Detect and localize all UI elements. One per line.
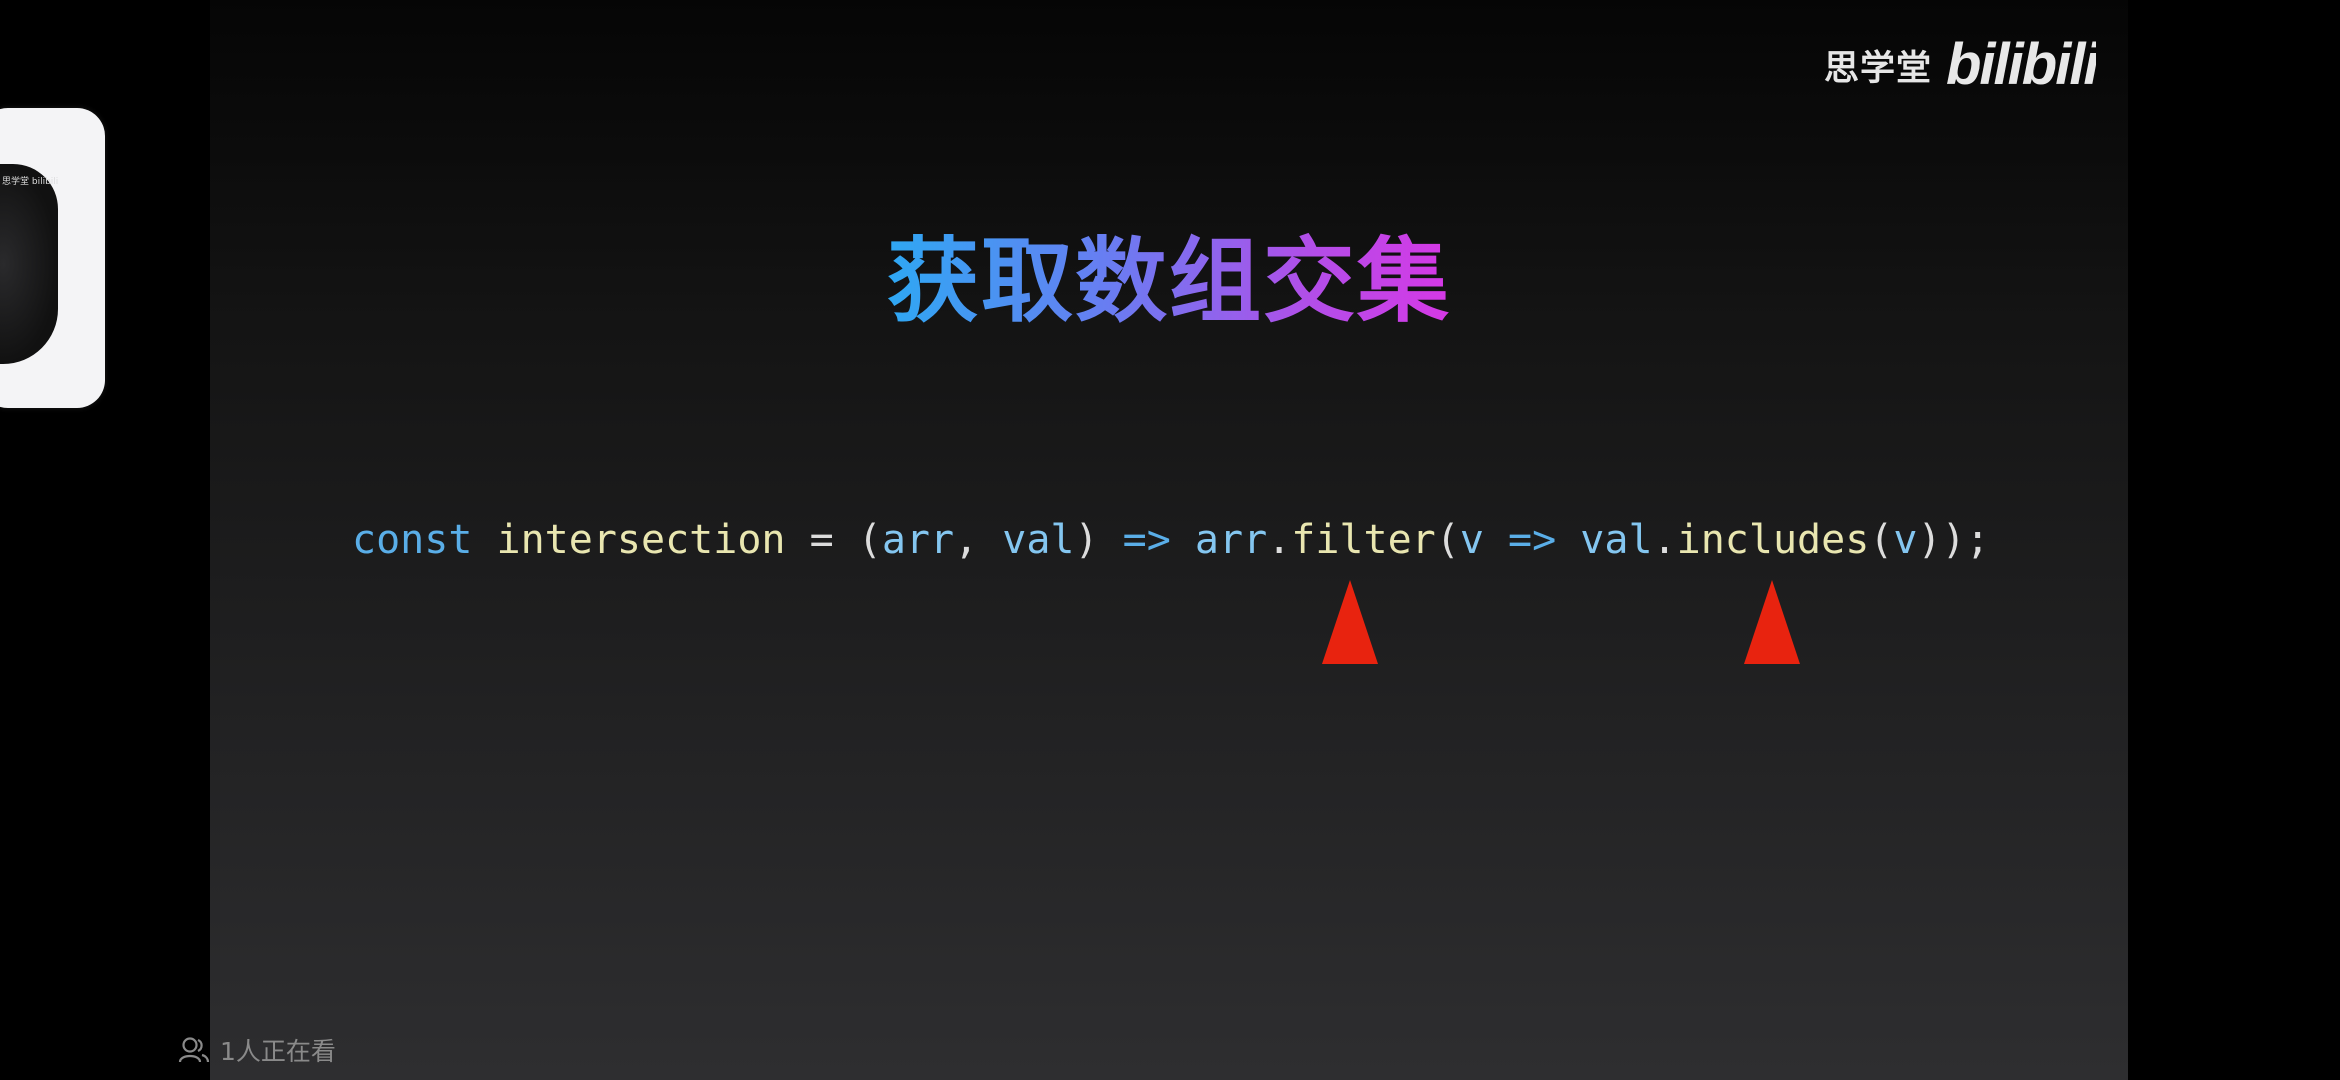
code-param-arr: arr [881, 517, 955, 563]
code-punct-comma: , [954, 517, 1003, 563]
video-player-screen[interactable]: 思学堂 bilibili 思学堂 bilibili 获取数组交集 const i… [0, 0, 2340, 1080]
slide-title-text: 获取数组交集 [886, 228, 1451, 335]
code-arg-v2: v [1893, 517, 1918, 563]
code-function-name: intersection [496, 517, 786, 563]
code-arg-v1: v [1459, 517, 1484, 563]
code-method-filter: filter [1291, 517, 1436, 563]
mini-window-preview [0, 164, 58, 364]
code-open-filter: ( [1435, 517, 1460, 563]
code-open-includes: ( [1869, 517, 1894, 563]
code-body-val: val [1556, 517, 1653, 563]
video-frame[interactable]: 思学堂 bilibili 获取数组交集 const intersection =… [210, 0, 2128, 1080]
live-viewer-count: 1人正在看 [178, 1032, 336, 1068]
includes-pointer-arrow-icon [1744, 580, 1800, 664]
code-dot-filter: . [1267, 517, 1292, 563]
filter-pointer-arrow-icon [1322, 580, 1378, 664]
slide-title: 获取数组交集 [210, 222, 2128, 342]
code-dot-includes: . [1652, 517, 1677, 563]
svg-text:bilibili: bilibili [1946, 34, 2096, 96]
code-param-val: val [1002, 517, 1075, 563]
code-arrow-inner: => [1508, 517, 1557, 563]
code-tail: )); [1917, 517, 1990, 563]
channel-watermark: 思学堂 bilibili [1824, 34, 2096, 96]
code-method-includes: includes [1676, 517, 1870, 563]
viewer-count-text: 1人正在看 [220, 1037, 336, 1066]
code-punct-close: ) [1074, 517, 1123, 563]
code-snippet: const intersection = (arr, val) => arr.f… [352, 508, 1990, 572]
watermark-school-name: 思学堂 [1823, 48, 1932, 89]
code-keyword-const: const [352, 517, 473, 563]
code-body-arr: arr [1170, 517, 1268, 563]
code-arrow-outer: => [1122, 517, 1171, 563]
viewers-icon [178, 1037, 210, 1063]
code-punct-assign: = ( [785, 517, 882, 563]
bilibili-logo-icon: bilibili [1946, 34, 2096, 96]
floating-mini-window[interactable]: 思学堂 bilibili [0, 108, 105, 408]
mini-window-caption: 思学堂 bilibili [2, 177, 59, 187]
